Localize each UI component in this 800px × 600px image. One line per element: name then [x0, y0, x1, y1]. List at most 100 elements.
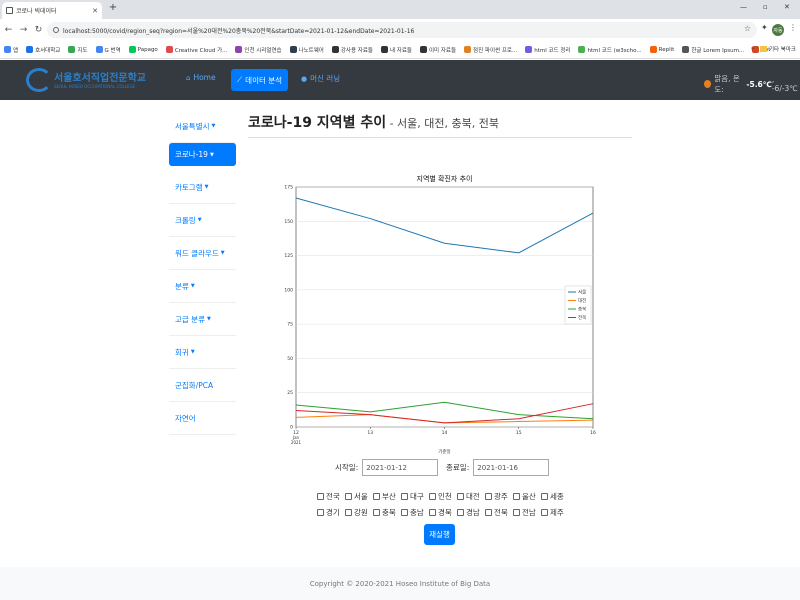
sidebar-item[interactable]: 워드 클라우드 ▼	[169, 237, 236, 270]
x-tick-label: 13	[367, 430, 373, 436]
bookmark-label: 이미 자료들	[428, 47, 457, 54]
region-checkbox[interactable]: 경남	[457, 507, 485, 518]
checkbox-box[interactable]	[345, 509, 352, 516]
sidebar-item-label: 군집화/PCA	[175, 380, 214, 390]
checkbox-box[interactable]	[317, 509, 324, 516]
bookmark-item[interactable]: 나노트웨어	[289, 46, 324, 54]
sidebar-item[interactable]: 카토그램 ▼	[169, 171, 236, 204]
checkbox-box[interactable]	[541, 493, 548, 500]
new-tab-button[interactable]: +	[107, 2, 119, 13]
sidebar-item[interactable]: 코로나-19 ▼	[169, 143, 236, 166]
more-bookmarks-icon[interactable]: »	[751, 46, 754, 52]
bookmark-item[interactable]: 한글 Lorem Ipsum...	[682, 46, 744, 54]
region-checkbox[interactable]: 대전	[457, 491, 485, 502]
region-checkbox[interactable]: 광주	[485, 491, 513, 502]
region-checkbox[interactable]: 인천	[429, 491, 457, 502]
site-logo[interactable]: 서울호서직업전문학교 SEOUL HOSEO OCCUPATIONAL COLL…	[26, 66, 146, 94]
window-minimize-button[interactable]: —	[740, 3, 747, 11]
nav-machine-learning-link[interactable]: ● 머신 러닝	[301, 73, 340, 84]
bookmark-item[interactable]: html 코드 정리	[525, 46, 570, 54]
region-checkbox[interactable]: 충북	[373, 507, 401, 518]
start-date-input[interactable]	[362, 459, 439, 476]
window-close-button[interactable]: ✕	[784, 3, 790, 11]
sidebar-item[interactable]: 자연어	[169, 402, 236, 435]
region-checkbox[interactable]: 전국	[317, 491, 345, 502]
nav-home-link[interactable]: ⌂ Home	[186, 73, 216, 82]
tab-close-icon[interactable]: ✕	[92, 7, 98, 15]
sidebar-item[interactable]: 서울특별시 ▼	[169, 110, 236, 143]
checkbox-box[interactable]	[373, 509, 380, 516]
region-checkbox[interactable]: 충남	[401, 507, 429, 518]
sidebar-item[interactable]: 회귀 ▼	[169, 336, 236, 369]
bookmark-item[interactable]: 내 자료들	[380, 46, 412, 54]
region-checkbox[interactable]: 강원	[345, 507, 373, 518]
region-checkbox-label: 서울	[354, 492, 368, 501]
region-checkbox[interactable]: 전북	[485, 507, 513, 518]
browser-tab-strip: 코로나 빅데이터 ✕ + — ▫ ✕	[0, 0, 800, 19]
region-checkbox[interactable]: 세종	[541, 491, 569, 502]
region-checkbox[interactable]: 제주	[541, 507, 569, 518]
checkbox-box[interactable]	[429, 509, 436, 516]
other-bookmarks[interactable]: » 기타 북마크	[751, 45, 796, 53]
checkbox-box[interactable]	[513, 509, 520, 516]
bookmark-favicon-icon	[95, 46, 103, 53]
bookmark-item[interactable]: 앱	[4, 46, 18, 54]
end-date-input[interactable]	[473, 459, 550, 476]
checkbox-box[interactable]	[401, 509, 408, 516]
region-checkbox[interactable]: 경기	[317, 507, 345, 518]
bookmark-star-icon[interactable]: ☆	[744, 24, 751, 33]
back-arrow-icon[interactable]: ←	[2, 25, 15, 35]
bookmark-item[interactable]: html 코드 (w3scho...	[578, 46, 642, 54]
start-date-label: 시작일:	[335, 463, 359, 472]
info-icon[interactable]	[53, 27, 59, 33]
checkbox-box[interactable]	[429, 493, 436, 500]
checkbox-box[interactable]	[345, 493, 352, 500]
browser-tab[interactable]: 코로나 빅데이터 ✕	[2, 2, 102, 19]
checkbox-box[interactable]	[317, 493, 324, 500]
nav-data-analysis-button[interactable]: ⟋ 데이터 분석	[231, 69, 288, 91]
checkbox-box[interactable]	[513, 493, 520, 500]
footer-copyright: Copyright © 2020-2021 Hoseo Institute of…	[309, 579, 491, 588]
bookmark-item[interactable]: 인천 시리얼연습	[235, 46, 282, 54]
bookmark-item[interactable]: G 번역	[95, 46, 121, 54]
reload-icon[interactable]: ↻	[32, 25, 45, 35]
browser-menu-icon[interactable]: ⋮	[789, 23, 797, 32]
region-checkbox[interactable]: 울산	[513, 491, 541, 502]
window-maximize-button[interactable]: ▫	[763, 3, 768, 11]
checkbox-box[interactable]	[485, 509, 492, 516]
checkbox-box[interactable]	[485, 493, 492, 500]
sun-icon	[704, 80, 712, 88]
url-text: localhost:5000/covid/region_seq?region=서…	[63, 27, 415, 35]
sidebar-item[interactable]: 고급 분류 ▼	[169, 303, 236, 336]
bookmark-item[interactable]: Replit	[649, 46, 674, 53]
sidebar-item[interactable]: 크롤링 ▼	[169, 204, 236, 237]
bookmark-item[interactable]: 점진 파이썬 프로...	[464, 46, 517, 54]
region-checkbox-label: 울산	[522, 492, 536, 501]
sidebar-item[interactable]: 분류 ▼	[169, 270, 236, 303]
address-bar[interactable]: localhost:5000/covid/region_seq?region=서…	[47, 22, 757, 38]
rerun-button[interactable]: 재실행	[424, 524, 455, 545]
bookmark-item[interactable]: 강사용 자료들	[331, 46, 373, 54]
folder-icon	[759, 46, 767, 52]
nav-home-label: Home	[193, 73, 216, 82]
checkbox-box[interactable]	[401, 493, 408, 500]
checkbox-box[interactable]	[373, 493, 380, 500]
bookmark-item[interactable]: 이미 자료들	[419, 46, 457, 54]
sidebar-item[interactable]: 군집화/PCA	[169, 369, 236, 402]
bookmark-item[interactable]: Creative Cloud 가...	[165, 46, 227, 54]
bookmark-item[interactable]: 호서대학교	[26, 46, 60, 54]
bookmark-item[interactable]: 지도	[68, 46, 88, 54]
extensions-icon[interactable]: ✦	[761, 23, 768, 32]
region-checkbox[interactable]: 전남	[513, 507, 541, 518]
checkbox-box[interactable]	[457, 493, 464, 500]
region-checkbox[interactable]: 부산	[373, 491, 401, 502]
profile-avatar[interactable]: 자동	[772, 24, 784, 36]
region-checkbox[interactable]: 경북	[429, 507, 457, 518]
checkbox-box[interactable]	[457, 509, 464, 516]
bookmark-item[interactable]: Papago	[128, 46, 158, 53]
y-tick-label: 125	[284, 253, 293, 259]
region-checkbox[interactable]: 서울	[345, 491, 373, 502]
forward-arrow-icon[interactable]: →	[17, 25, 30, 35]
checkbox-box[interactable]	[541, 509, 548, 516]
region-checkbox[interactable]: 대구	[401, 491, 429, 502]
